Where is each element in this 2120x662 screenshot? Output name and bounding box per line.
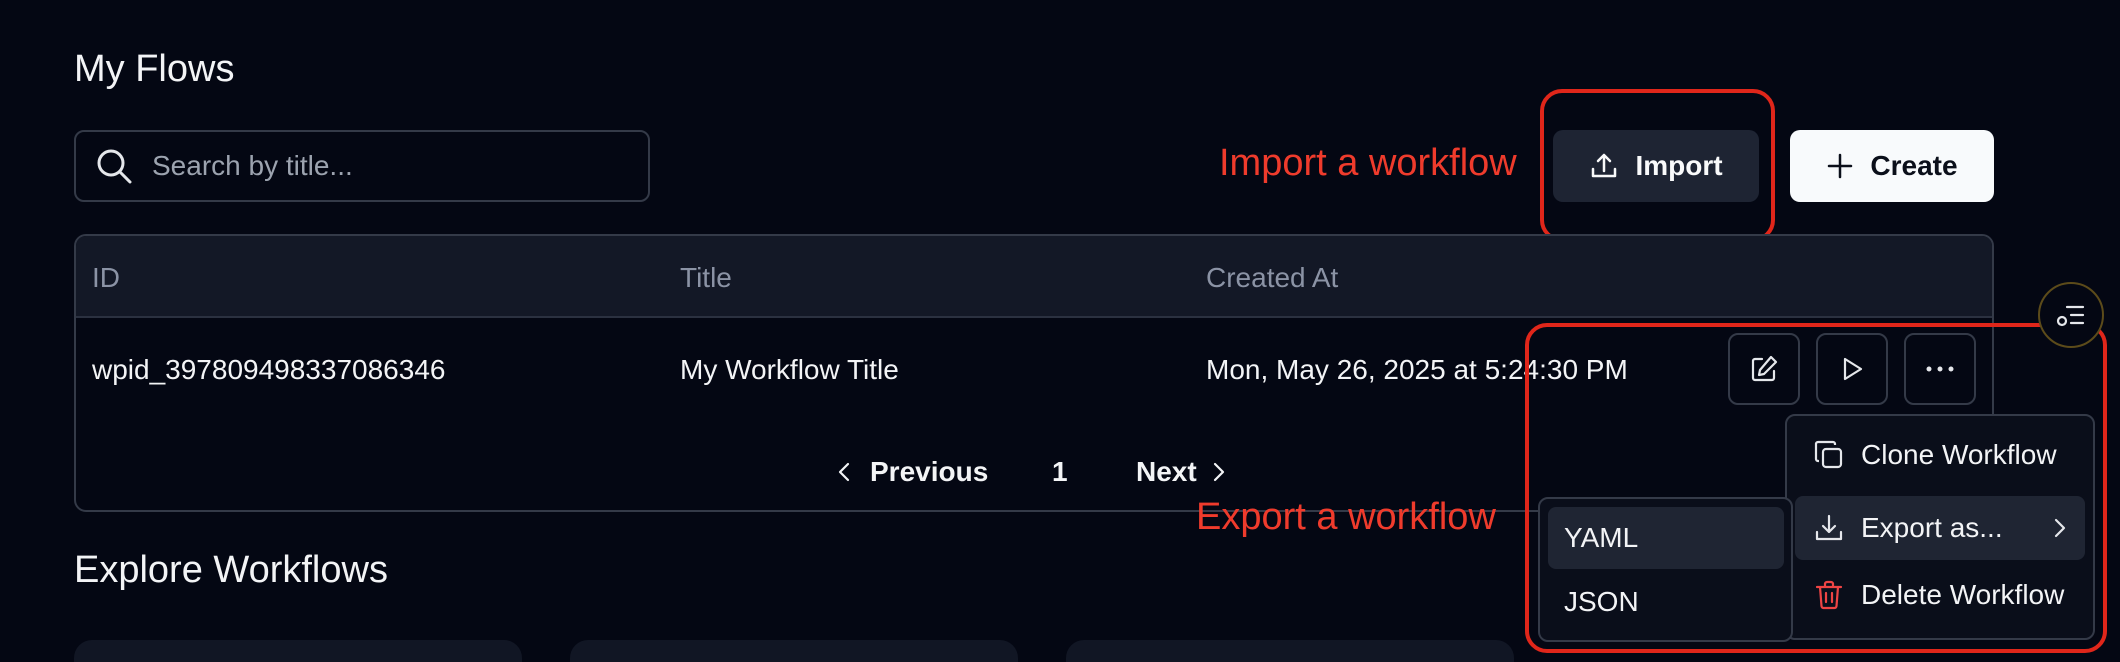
upload-icon [1592,153,1617,178]
column-header-title[interactable]: Title [680,262,732,294]
column-header-id[interactable]: ID [92,262,120,294]
column-header-created-at[interactable]: Created At [1206,262,1338,294]
theme-toggle-icon [2056,305,2085,327]
workflow-card[interactable] [570,640,1018,662]
workflow-card[interactable] [1066,640,1514,662]
workflow-card[interactable] [74,640,522,662]
row-title-cell: My Workflow Title [680,354,899,385]
table-header [76,236,1992,318]
import-button[interactable]: Import [1553,130,1759,202]
plus-icon [1828,153,1853,179]
page-title: My Flows [74,48,235,90]
import-annotation: Import a workflow [1219,142,1517,184]
page-root: My Flows Import a workflow Import Create… [0,0,2120,662]
chevron-right-icon [1213,462,1224,482]
chevron-left-icon [838,462,850,482]
current-page-number[interactable]: 1 [1052,456,1068,488]
previous-page-button[interactable]: Previous [836,456,988,488]
search-box[interactable] [74,130,650,202]
previous-label: Previous [870,456,989,487]
explore-workflows-title: Explore Workflows [74,549,388,591]
export-highlight-box [1525,323,2107,653]
search-input[interactable] [150,149,634,183]
export-annotation: Export a workflow [1196,496,1496,538]
create-button[interactable]: Create [1790,130,1994,202]
theme-toggle-button[interactable] [2038,282,2104,348]
search-icon [97,149,132,184]
row-id-cell: wpid_397809498337086346 [92,354,446,385]
import-button-label: Import [1635,150,1723,181]
create-button-label: Create [1870,150,1958,181]
next-page-button[interactable]: Next [1136,456,1227,488]
next-label: Next [1136,456,1197,487]
